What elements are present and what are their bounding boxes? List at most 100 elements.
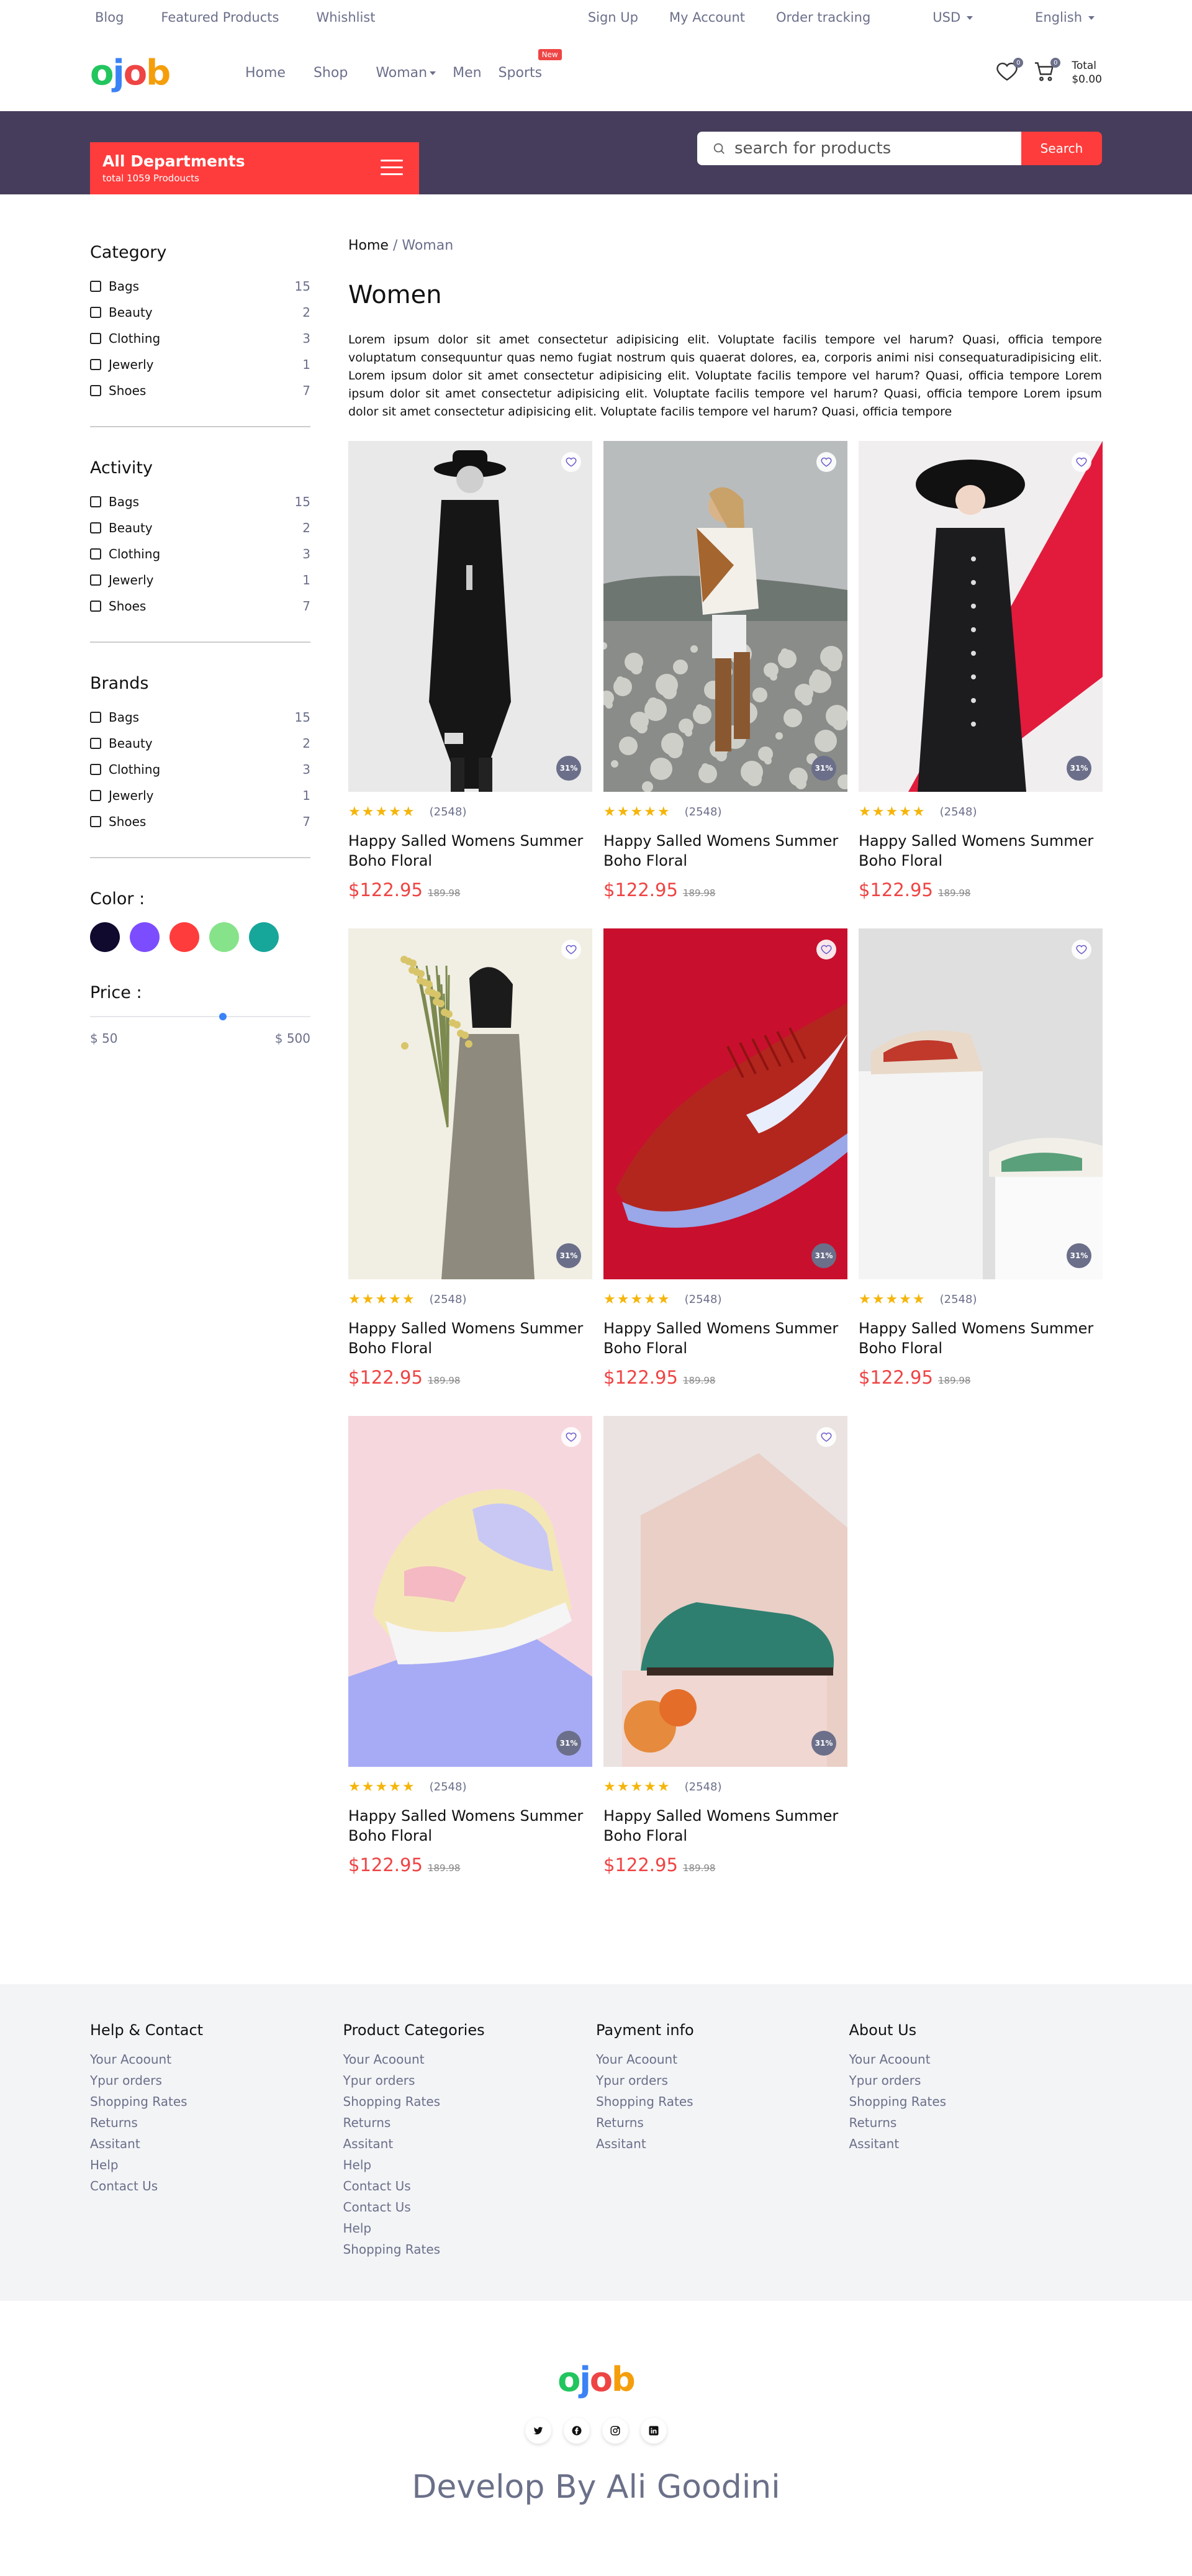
order-tracking-link[interactable]: Order tracking bbox=[776, 10, 870, 25]
footer-link[interactable]: Returns bbox=[849, 2112, 1103, 2133]
product-card[interactable]: 31% ★★★★★ (2548) Happy Salled Womens Sum… bbox=[859, 441, 1103, 900]
checkbox[interactable] bbox=[90, 522, 101, 533]
footer-link[interactable]: Contact Us bbox=[90, 2175, 343, 2197]
nav-men[interactable]: Men bbox=[453, 65, 481, 81]
all-departments-button[interactable]: All Departments total 1059 Prodoucts bbox=[90, 142, 419, 194]
footer-link[interactable]: Shopping Rates bbox=[343, 2091, 597, 2112]
footer-link[interactable]: Help bbox=[90, 2154, 343, 2175]
footer-link[interactable]: Shopping Rates bbox=[596, 2091, 849, 2112]
search-button[interactable]: Search bbox=[1021, 132, 1102, 165]
checkbox[interactable] bbox=[90, 574, 101, 586]
footer-link[interactable]: Assitant bbox=[90, 2133, 343, 2154]
product-card[interactable]: 31% ★★★★★ (2548) Happy Salled Womens Sum… bbox=[603, 928, 847, 1388]
product-name[interactable]: Happy Salled Womens Summer Boho Floral bbox=[603, 1806, 847, 1846]
checkbox[interactable] bbox=[90, 333, 101, 344]
search-input[interactable]: search for products bbox=[697, 132, 1021, 165]
color-swatch[interactable] bbox=[209, 922, 239, 952]
footer-link[interactable]: Ypur orders bbox=[343, 2070, 597, 2091]
product-name[interactable]: Happy Salled Womens Summer Boho Floral bbox=[859, 831, 1103, 871]
wishlist-link[interactable]: Whishlist bbox=[316, 10, 375, 25]
product-card[interactable]: 31% ★★★★★ (2548) Happy Salled Womens Sum… bbox=[603, 441, 847, 900]
product-image[interactable]: 31% bbox=[603, 441, 847, 792]
footer-link[interactable]: Ypur orders bbox=[849, 2070, 1103, 2091]
product-name[interactable]: Happy Salled Womens Summer Boho Floral bbox=[603, 1318, 847, 1358]
product-image[interactable]: 31% bbox=[603, 928, 847, 1279]
filter-checkbox-row[interactable]: Bags 15 bbox=[90, 273, 310, 299]
nav-woman[interactable]: Woman bbox=[376, 65, 436, 81]
product-image[interactable]: 31% bbox=[859, 441, 1103, 792]
filter-checkbox-row[interactable]: Bags 15 bbox=[90, 489, 310, 515]
product-image[interactable]: 31% bbox=[603, 1416, 847, 1767]
product-image[interactable]: 31% bbox=[348, 928, 592, 1279]
product-card[interactable]: 31% ★★★★★ (2548) Happy Salled Womens Sum… bbox=[348, 441, 592, 900]
footer-link[interactable]: Your Acoount bbox=[343, 2049, 597, 2070]
featured-products-link[interactable]: Featured Products bbox=[161, 10, 279, 25]
product-image[interactable]: 31% bbox=[348, 441, 592, 792]
product-name[interactable]: Happy Salled Womens Summer Boho Floral bbox=[603, 831, 847, 871]
checkbox[interactable] bbox=[90, 816, 101, 827]
filter-checkbox-row[interactable]: Beauty 2 bbox=[90, 299, 310, 325]
footer-link[interactable]: Assitant bbox=[596, 2133, 849, 2154]
footer-link[interactable]: Shopping Rates bbox=[343, 2239, 597, 2260]
filter-checkbox-row[interactable]: Jewerly 1 bbox=[90, 567, 310, 593]
footer-link[interactable]: Your Acoount bbox=[90, 2049, 343, 2070]
language-select[interactable]: English bbox=[1004, 10, 1095, 25]
twitter-icon[interactable] bbox=[525, 2418, 551, 2444]
product-name[interactable]: Happy Salled Womens Summer Boho Floral bbox=[348, 831, 592, 871]
wishlist-heart-icon[interactable] bbox=[1072, 940, 1091, 959]
filter-checkbox-row[interactable]: Beauty 2 bbox=[90, 730, 310, 756]
breadcrumb-home[interactable]: Home bbox=[348, 238, 389, 253]
footer-link[interactable]: Shopping Rates bbox=[90, 2091, 343, 2112]
checkbox[interactable] bbox=[90, 496, 101, 507]
footer-link[interactable]: Contact Us bbox=[343, 2197, 597, 2218]
instagram-icon[interactable] bbox=[602, 2418, 628, 2444]
filter-checkbox-row[interactable]: Clothing 3 bbox=[90, 325, 310, 351]
site-logo[interactable]: ojob bbox=[90, 53, 208, 93]
checkbox[interactable] bbox=[90, 359, 101, 370]
color-swatch[interactable] bbox=[90, 922, 120, 952]
footer-link[interactable]: Contact Us bbox=[343, 2175, 597, 2197]
wishlist-heart-icon[interactable] bbox=[816, 452, 836, 472]
wishlist-heart-icon[interactable] bbox=[561, 452, 581, 472]
color-swatch[interactable] bbox=[130, 922, 160, 952]
footer-link[interactable]: Ypur orders bbox=[90, 2070, 343, 2091]
filter-checkbox-row[interactable]: Jewerly 1 bbox=[90, 782, 310, 809]
checkbox[interactable] bbox=[90, 790, 101, 801]
footer-link[interactable]: Help bbox=[343, 2218, 597, 2239]
product-card[interactable]: 31% ★★★★★ (2548) Happy Salled Womens Sum… bbox=[603, 1416, 847, 1875]
product-name[interactable]: Happy Salled Womens Summer Boho Floral bbox=[348, 1318, 592, 1358]
footer-link[interactable]: Shopping Rates bbox=[849, 2091, 1103, 2112]
blog-link[interactable]: Blog bbox=[95, 10, 124, 25]
wishlist-heart-icon[interactable] bbox=[816, 1427, 836, 1447]
product-card[interactable]: 31% ★★★★★ (2548) Happy Salled Womens Sum… bbox=[348, 1416, 592, 1875]
cart-button[interactable]: 0 bbox=[1033, 58, 1061, 85]
nav-sports[interactable]: Sports New bbox=[499, 48, 562, 81]
currency-select[interactable]: USD bbox=[901, 10, 973, 25]
product-name[interactable]: Happy Salled Womens Summer Boho Floral bbox=[348, 1806, 592, 1846]
product-name[interactable]: Happy Salled Womens Summer Boho Floral bbox=[859, 1318, 1103, 1358]
filter-checkbox-row[interactable]: Beauty 2 bbox=[90, 515, 310, 541]
facebook-icon[interactable] bbox=[564, 2418, 590, 2444]
color-swatch[interactable] bbox=[169, 922, 199, 952]
footer-link[interactable]: Returns bbox=[343, 2112, 597, 2133]
filter-checkbox-row[interactable]: Clothing 3 bbox=[90, 541, 310, 567]
footer-link[interactable]: Assitant bbox=[849, 2133, 1103, 2154]
product-card[interactable]: 31% ★★★★★ (2548) Happy Salled Womens Sum… bbox=[348, 928, 592, 1388]
wishlist-heart-icon[interactable] bbox=[816, 940, 836, 959]
wishlist-button[interactable]: 0 bbox=[996, 58, 1024, 85]
color-swatch[interactable] bbox=[249, 922, 279, 952]
price-slider-handle[interactable] bbox=[219, 1013, 227, 1020]
checkbox[interactable] bbox=[90, 601, 101, 612]
checkbox[interactable] bbox=[90, 712, 101, 723]
filter-checkbox-row[interactable]: Jewerly 1 bbox=[90, 351, 310, 378]
footer-link[interactable]: Help bbox=[343, 2154, 597, 2175]
sign-up-link[interactable]: Sign Up bbox=[588, 10, 638, 25]
checkbox[interactable] bbox=[90, 764, 101, 775]
filter-checkbox-row[interactable]: Bags 15 bbox=[90, 704, 310, 730]
footer-link[interactable]: Your Acoount bbox=[596, 2049, 849, 2070]
footer-logo[interactable]: ojob bbox=[558, 2360, 635, 2399]
product-card[interactable]: 31% ★★★★★ (2548) Happy Salled Womens Sum… bbox=[859, 928, 1103, 1388]
filter-checkbox-row[interactable]: Shoes 7 bbox=[90, 378, 310, 404]
wishlist-heart-icon[interactable] bbox=[561, 1427, 581, 1447]
nav-home[interactable]: Home bbox=[245, 65, 286, 81]
